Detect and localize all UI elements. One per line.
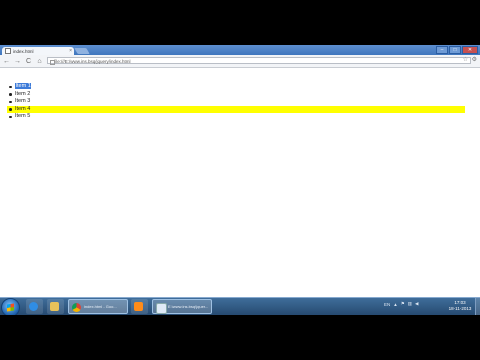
bullet-icon [9, 108, 12, 111]
list-item: Item 5 [7, 113, 465, 121]
taskbar-chrome-label: index.html - Goo... [84, 304, 117, 309]
address-bar[interactable]: file:///E:/www.ins.bsq/jquery/index.html [47, 57, 471, 65]
tab-index-html[interactable]: index.html × [2, 47, 74, 55]
bullet-icon [9, 93, 12, 96]
system-tray: EN ▲ ⚑ ▥ ◀ [384, 301, 419, 307]
list-item: Item 2 [7, 91, 465, 99]
show-desktop-button[interactable] [475, 298, 480, 315]
network-icon[interactable]: ▥ [408, 301, 412, 307]
new-tab-button[interactable] [74, 48, 90, 54]
folder-icon [50, 302, 59, 311]
taskbar: index.html - Goo... E:\www.ins.bsq\jquer… [0, 297, 480, 315]
reload-icon[interactable]: C [24, 57, 33, 66]
list-item-label: Item 2 [15, 90, 31, 97]
list-item-label: Item 5 [15, 113, 31, 119]
page-icon [49, 59, 55, 65]
home-icon[interactable]: ⌂ [35, 57, 44, 66]
item-list: Item 1 Item 2 Item 3 Item 4 Item 5 [7, 83, 465, 121]
list-item-label: Item 4 [15, 105, 31, 112]
explorer-window-icon [156, 303, 167, 314]
bullet-icon [9, 100, 12, 103]
taskbar-explorer-label: E:\www.ins.bsq\jquer... [168, 304, 209, 309]
bullet-icon [9, 85, 12, 88]
close-window-button[interactable]: ✕ [462, 46, 478, 54]
taskbar-chrome[interactable]: index.html - Goo... [68, 299, 128, 314]
page-content: Item 1 Item 2 Item 3 Item 4 Item 5 [0, 69, 480, 315]
language-indicator[interactable]: EN [384, 302, 390, 307]
taskbar-ie[interactable] [26, 299, 43, 314]
list-item-highlighted: Item 4 [7, 105, 465, 113]
back-icon[interactable]: ← [2, 57, 11, 66]
taskbar-media-player[interactable] [131, 299, 148, 314]
maximize-button[interactable]: □ [449, 46, 461, 54]
chrome-icon [72, 303, 81, 312]
minimize-button[interactable]: – [436, 46, 448, 54]
browser-toolbar: ← → C ⌂ file:///E:/www.ins.bsq/jquery/in… [0, 55, 480, 68]
wrench-menu-icon[interactable]: ⚙ [472, 56, 477, 63]
list-item-label: Item 3 [15, 98, 31, 104]
bullet-icon [9, 115, 12, 118]
bookmark-star-icon[interactable]: ☆ [463, 56, 468, 63]
start-button[interactable] [1, 298, 20, 315]
internet-explorer-icon [29, 302, 38, 311]
clock-date: 18-11-2013 [448, 306, 472, 311]
flag-icon[interactable]: ⚑ [401, 301, 405, 307]
list-item: Item 1 [7, 83, 465, 91]
address-bar-url: file:///E:/www.ins.bsq/jquery/index.html [54, 59, 131, 64]
browser-window: index.html × – □ ✕ ← → C ⌂ file:///E:/ww… [0, 45, 480, 315]
tray-expand-icon[interactable]: ▲ [393, 302, 397, 307]
list-item-label: Item 1 [15, 83, 32, 89]
volume-icon[interactable]: ◀ [415, 301, 418, 307]
media-player-icon [134, 302, 143, 311]
tab-title: index.html [13, 48, 34, 54]
windows-logo-icon [7, 303, 14, 312]
taskbar-explorer-pinned[interactable] [47, 299, 64, 314]
window-controls: – □ ✕ [436, 46, 478, 54]
title-bar: index.html × – □ ✕ [0, 45, 480, 55]
taskbar-explorer-window[interactable]: E:\www.ins.bsq\jquer... [152, 299, 212, 314]
list-item: Item 3 [7, 98, 465, 106]
taskbar-clock[interactable]: 17:03 18-11-2013 [446, 300, 474, 312]
tab-close-icon[interactable]: × [69, 48, 74, 54]
page-favicon-icon [5, 48, 11, 54]
forward-icon[interactable]: → [13, 57, 22, 66]
